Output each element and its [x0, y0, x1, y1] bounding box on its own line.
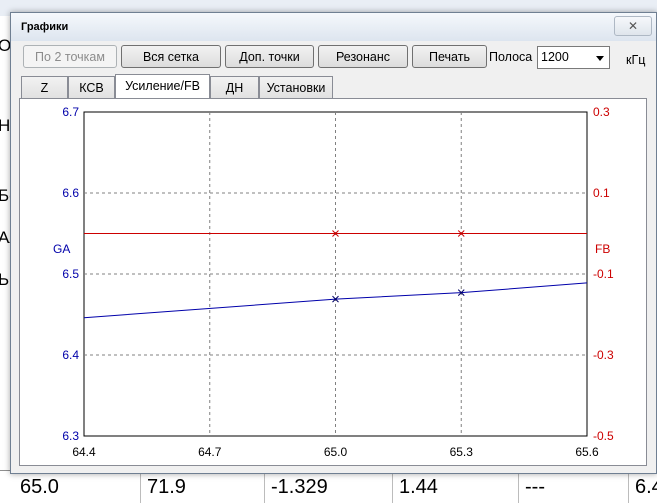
- table-cell: 6.4: [629, 471, 657, 503]
- right-tick-label: 0.3: [593, 105, 610, 119]
- tab-gain-fb[interactable]: Усиление/FB: [115, 74, 210, 99]
- graphs-window: Графики ✕ По 2 точкам Вся сетка Доп. точ…: [10, 12, 657, 474]
- x-tick-label: 65.3: [450, 445, 474, 459]
- print-button[interactable]: Печать: [412, 45, 487, 68]
- chart-panel: GA FB 64.4 64.7 65.0 65.3 65.6 6.7 6.6 6.5 6.4 6.…: [19, 98, 647, 466]
- x-tick-label: 64.7: [198, 445, 222, 459]
- table-cell: -1.329: [265, 471, 393, 503]
- two-points-button[interactable]: По 2 точкам: [23, 45, 117, 68]
- band-value: 1200: [541, 50, 569, 64]
- left-tick-label: 6.6: [62, 186, 79, 200]
- chevron-down-icon: [596, 56, 604, 61]
- full-grid-button[interactable]: Вся сетка: [121, 45, 221, 68]
- right-tick-label: -0.3: [593, 348, 614, 362]
- band-select[interactable]: 1200: [537, 46, 610, 69]
- left-tick-label: 6.4: [62, 348, 79, 362]
- tab-pattern[interactable]: ДН: [210, 76, 259, 98]
- extra-points-button[interactable]: Доп. точки: [225, 45, 314, 68]
- right-tick-label: 0.1: [593, 186, 610, 200]
- left-axis-label: GA: [53, 242, 70, 256]
- right-tick-label: -0.1: [593, 267, 614, 281]
- background-table-row: 65.0 71.9 -1.329 1.44 --- 6.4: [0, 470, 657, 503]
- x-tick-label: 64.4: [72, 445, 96, 459]
- tab-z[interactable]: Z: [21, 76, 68, 98]
- gain-fb-chart: GA FB 64.4 64.7 65.0 65.3 65.6 6.7 6.6 6.5 6.4 6.…: [53, 105, 614, 459]
- x-tick-label: 65.0: [324, 445, 348, 459]
- x-tick-label: 65.6: [575, 445, 599, 459]
- right-tick-label: -0.5: [593, 429, 614, 443]
- close-button[interactable]: ✕: [614, 16, 652, 36]
- table-cell: 71.9: [141, 471, 265, 503]
- resonance-button[interactable]: Резонанс: [318, 45, 408, 68]
- left-tick-label: 6.5: [62, 267, 79, 281]
- band-label: Полоса: [489, 50, 533, 64]
- window-title: Графики: [21, 21, 69, 33]
- close-icon: ✕: [627, 19, 639, 33]
- right-axis-label: FB: [595, 242, 610, 256]
- tab-settings[interactable]: Установки: [259, 76, 333, 98]
- left-tick-label: 6.7: [62, 105, 79, 119]
- table-cell: 65.0: [14, 471, 141, 503]
- title-bar[interactable]: Графики ✕: [11, 13, 656, 41]
- unit-label: кГц: [626, 53, 646, 67]
- left-tick-label: 6.3: [62, 429, 79, 443]
- table-cell: 1.44: [393, 471, 519, 503]
- tab-swr[interactable]: КСВ: [68, 76, 115, 98]
- table-cell: ---: [519, 471, 629, 503]
